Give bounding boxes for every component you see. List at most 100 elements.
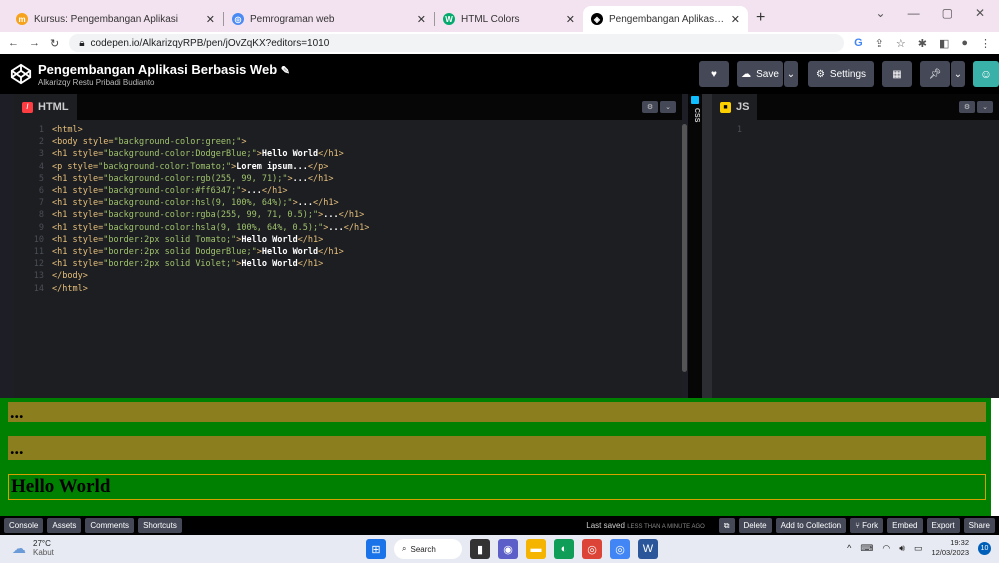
file-explorer-icon[interactable]: ▬: [526, 539, 546, 559]
code-token: </html>: [52, 283, 88, 294]
close-icon[interactable]: ✕: [731, 13, 740, 26]
edit-title-icon[interactable]: ✎: [281, 65, 290, 77]
share-button[interactable]: Share: [963, 518, 995, 533]
user-avatar[interactable]: ☺: [973, 61, 999, 87]
chevron-up-icon[interactable]: ^: [847, 543, 851, 553]
menu-icon[interactable]: ⋮: [980, 37, 991, 50]
delete-button[interactable]: Delete: [738, 518, 772, 533]
pin-button[interactable]: 📌︎: [920, 61, 950, 87]
code-token: <h1: [52, 186, 73, 197]
close-window-icon[interactable]: ✕: [975, 6, 985, 20]
close-icon[interactable]: ✕: [206, 13, 215, 26]
window-controls: ⌄ — ▢ ✕: [876, 0, 999, 26]
layout-button[interactable]: ▦: [882, 61, 912, 87]
code-token: <h1: [52, 173, 73, 184]
code-token: <h1: [52, 259, 73, 270]
reload-icon[interactable]: ↻: [50, 37, 59, 50]
code-line: 8 <h1 style = "background-color:rgba(255, 9…: [14, 209, 682, 221]
pen-title[interactable]: Pengembangan Aplikasi Berbasis Web ✎: [38, 62, 290, 77]
line-number: 9: [38, 222, 44, 233]
css-collapsed-pane[interactable]: CSS: [688, 94, 702, 398]
open-external-button[interactable]: ⧉: [718, 518, 735, 533]
weather-condition: Kabut: [33, 548, 54, 557]
browser-tab-0[interactable]: m Kursus: Pengembangan Aplikasi ✕: [8, 6, 223, 32]
html-pane: / HTML ⚙ ⌄ 1 <html> 2 <body style = "backgrou…: [14, 94, 682, 398]
editor-scrollbar[interactable]: [682, 124, 687, 372]
chrome-profile-icon[interactable]: ◎: [610, 539, 630, 559]
windows-start-icon[interactable]: ⊞: [366, 539, 386, 559]
preview-hello-text: Hello World: [11, 476, 111, 497]
address-bar[interactable]: 🔒︎ codepen.io/AlkarizqyRPB/pen/jOvZqKX?e…: [69, 34, 845, 52]
code-token: <h1: [52, 210, 73, 221]
code-token: </h1>: [313, 198, 339, 209]
star-icon[interactable]: ☆: [896, 37, 906, 50]
keyboard-icon[interactable]: ⌨: [860, 543, 873, 554]
html-code-editor[interactable]: 1 <html> 2 <body style = "background-color:gr…: [14, 120, 682, 295]
minimize-icon[interactable]: —: [908, 6, 920, 20]
assets-button[interactable]: Assets: [47, 518, 82, 533]
code-token: ...: [246, 186, 262, 197]
weather-widget[interactable]: ☁ 27°C Kabut: [10, 539, 54, 557]
line-number: 1: [38, 125, 44, 135]
extensions-icon[interactable]: ✱: [918, 37, 927, 50]
google-icon[interactable]: G: [854, 37, 863, 49]
browser-tab-3[interactable]: ◈ Pengembangan Aplikasi Berbasis ✕: [583, 6, 748, 32]
sidepanel-icon[interactable]: ◧: [939, 37, 949, 50]
code-token: "background-color:hsla(9, 100%, 64%, 0.5…: [103, 222, 324, 233]
code-token: "background-color:Tomato;": [98, 161, 232, 172]
close-icon[interactable]: ✕: [417, 13, 426, 26]
task-view-icon[interactable]: ▮: [470, 539, 490, 559]
tab-title: Kursus: Pengembangan Aplikasi: [34, 13, 178, 25]
chevron-down-icon[interactable]: ⌄: [876, 6, 886, 20]
new-tab-icon[interactable]: +: [756, 9, 765, 27]
gear-icon[interactable]: ⚙: [642, 101, 658, 113]
browser-tab-2[interactable]: W HTML Colors ✕: [435, 6, 583, 32]
shortcuts-button[interactable]: Shortcuts: [138, 518, 182, 533]
code-line: 11 <h1 style = "border:2px solid DodgerBlue…: [14, 246, 682, 258]
add-to-collection-button[interactable]: Add to Collection: [775, 518, 847, 533]
code-line: 1: [712, 124, 999, 136]
codepen-logo-icon[interactable]: [8, 61, 34, 87]
external-link-icon: ⧉: [723, 520, 730, 530]
settings-button[interactable]: ⚙ Settings: [808, 61, 874, 87]
browser-tab-1[interactable]: ◎ Pemrograman web ✕: [224, 6, 434, 32]
edge-icon[interactable]: ◐: [554, 539, 574, 559]
console-button[interactable]: Console: [4, 518, 44, 533]
chevron-down-icon[interactable]: ⌄: [660, 101, 676, 113]
search-label: Search: [410, 544, 436, 554]
export-button[interactable]: Export: [926, 518, 960, 533]
browser-tab-strip: m Kursus: Pengembangan Aplikasi ✕ ◎ Pemr…: [0, 0, 999, 32]
share-icon[interactable]: ⇪: [875, 37, 884, 50]
comments-button[interactable]: Comments: [85, 518, 135, 533]
clock[interactable]: 19:32 12/03/2023: [931, 538, 969, 558]
heart-button[interactable]: ♥: [699, 61, 729, 87]
embed-button[interactable]: Embed: [887, 518, 923, 533]
volume-icon[interactable]: 🔊︎: [899, 543, 905, 554]
pen-author[interactable]: Alkarizqy Restu Pribadi Budianto: [38, 78, 290, 87]
result-preview: ... ... Hello World: [0, 398, 999, 516]
taskbar-search[interactable]: ⌕ Search: [394, 539, 462, 559]
word-icon[interactable]: W: [638, 539, 658, 559]
js-tab[interactable]: ■ JS: [712, 94, 758, 120]
battery-icon[interactable]: ▭: [914, 543, 923, 554]
html-pane-header: / HTML ⚙ ⌄: [14, 94, 682, 120]
js-code-editor[interactable]: 1: [712, 120, 999, 136]
forward-icon[interactable]: →: [29, 37, 40, 49]
html-tab[interactable]: / HTML: [14, 94, 77, 120]
fork-button[interactable]: ⑂ Fork: [850, 518, 884, 533]
gear-icon[interactable]: ⚙: [959, 101, 975, 113]
close-icon[interactable]: ✕: [566, 13, 575, 26]
save-dropdown[interactable]: ⌄: [784, 61, 798, 87]
chat-icon[interactable]: ◉: [498, 539, 518, 559]
chevron-down-icon[interactable]: ⌄: [977, 101, 993, 113]
save-button[interactable]: ☁ Save: [737, 61, 783, 87]
profile-icon[interactable]: ●: [961, 37, 968, 49]
chrome-icon[interactable]: ◎: [582, 539, 602, 559]
notification-badge[interactable]: 10: [978, 541, 991, 555]
restore-icon[interactable]: ▢: [942, 6, 953, 20]
pin-dropdown[interactable]: ⌄: [951, 61, 965, 87]
pane-divider[interactable]: [702, 94, 712, 398]
back-icon[interactable]: ←: [8, 37, 19, 49]
wifi-icon[interactable]: ◠: [882, 543, 890, 554]
code-line: 2 <body style = "background-color:green;" >: [14, 136, 682, 148]
